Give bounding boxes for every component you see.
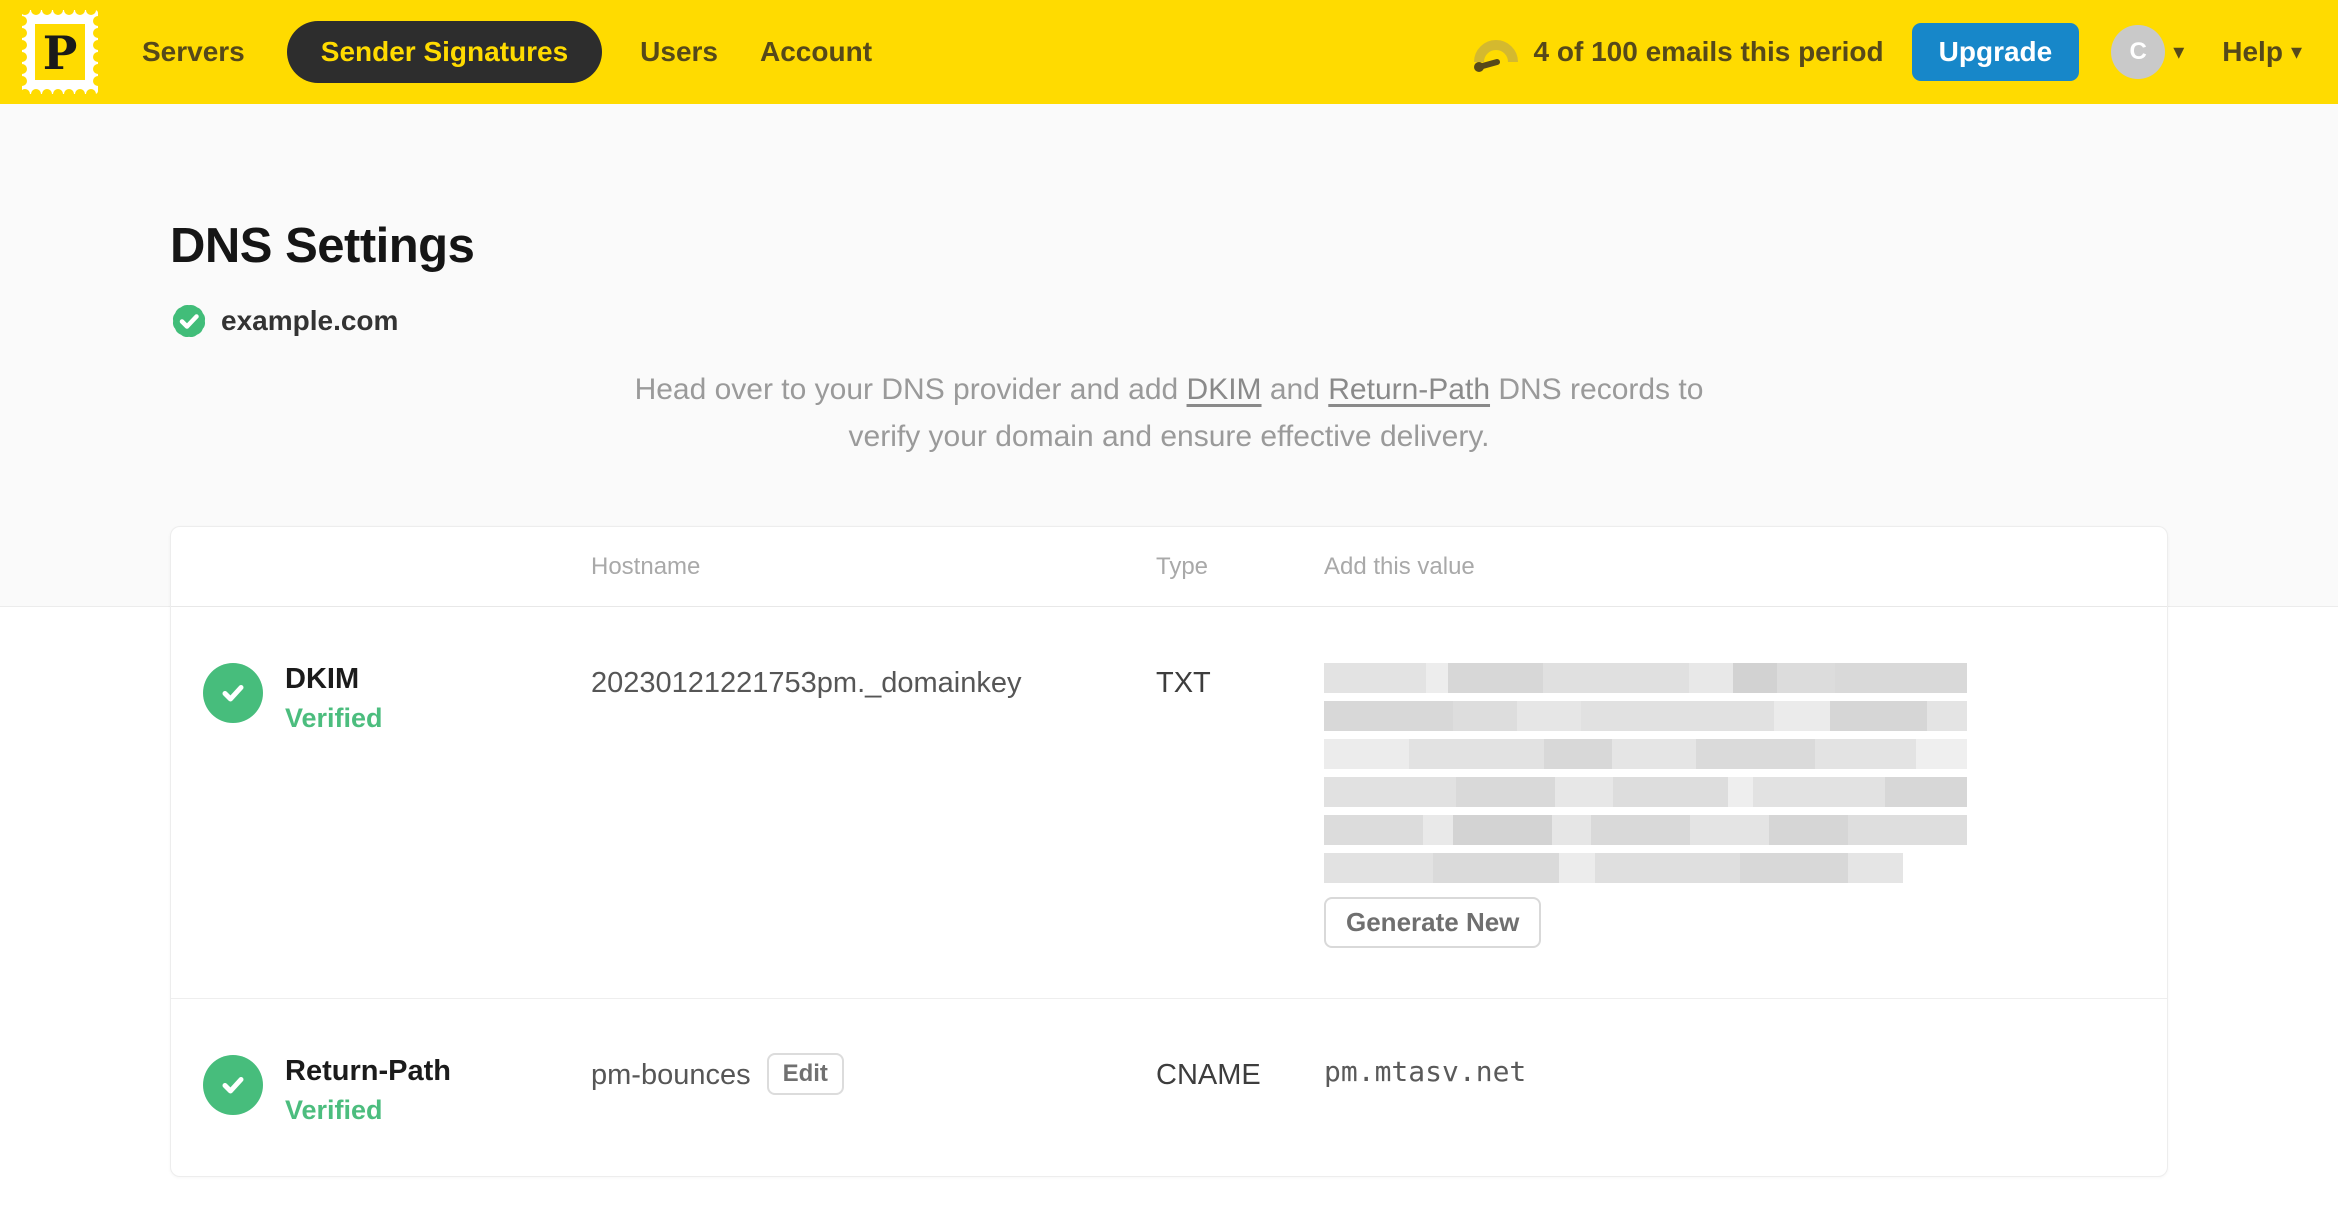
gauge-icon (1473, 40, 1518, 72)
primary-nav: Servers Sender Signatures Users Account (142, 21, 914, 83)
instructions-part: DNS records to (1490, 373, 1704, 406)
table-header-row: Hostname Type Add this value (171, 527, 2167, 607)
help-menu[interactable]: Help (2222, 36, 2283, 68)
help-chevron-down-icon[interactable]: ▾ (2291, 39, 2302, 65)
redacted-dns-value (1324, 663, 1967, 883)
return-path-link[interactable]: Return-Path (1328, 373, 1490, 406)
check-circle-icon (203, 663, 263, 723)
record-type: TXT (1156, 667, 1211, 699)
top-nav: P Servers Sender Signatures Users Accoun… (0, 0, 2338, 104)
nav-item-servers[interactable]: Servers (142, 36, 245, 68)
hostname-text: 20230121221753pm._domainkey (591, 667, 1022, 699)
dkim-link[interactable]: DKIM (1187, 373, 1262, 406)
record-type: CNAME (1156, 1059, 1261, 1091)
instructions-text: Head over to your DNS provider and add D… (170, 366, 2168, 460)
domain-name: example.com (221, 305, 399, 336)
status-badge: Verified (285, 703, 383, 733)
avatar-chevron-down-icon[interactable]: ▾ (2173, 39, 2184, 65)
instructions-part: and (1261, 373, 1329, 406)
record-value: pm.mtasv.net (1324, 1055, 1527, 1088)
record-hostname: pm-bounces Edit (591, 1053, 1156, 1126)
domain-row: example.com (169, 301, 2168, 341)
instructions-part: Head over to your DNS provider and add (634, 373, 1187, 406)
edit-button[interactable]: Edit (766, 1053, 844, 1095)
svg-text:P: P (43, 26, 78, 80)
nav-item-users[interactable]: Users (640, 36, 718, 68)
nav-right: 4 of 100 emails this period Upgrade C ▾ … (1472, 23, 2302, 81)
verified-seal-icon (169, 301, 209, 341)
column-header-type: Type (1156, 552, 1209, 580)
column-header-value: Add this value (1324, 552, 1475, 580)
record-name: DKIM (285, 663, 360, 695)
table-row-return-path: Return-Path Verified pm-bounces Edit CNA… (171, 998, 2167, 1176)
dns-records-card: Hostname Type Add this value DKIM Verifi… (170, 526, 2168, 1177)
instructions-part: verify your domain and ensure effective … (848, 420, 1490, 453)
usage-counter: 4 of 100 emails this period (1533, 36, 1884, 67)
hostname-text: pm-bounces (591, 1059, 751, 1091)
column-header-hostname: Hostname (591, 552, 701, 580)
postmark-stamp-icon[interactable]: P (22, 10, 98, 94)
nav-item-sender-signatures[interactable]: Sender Signatures (286, 21, 603, 83)
avatar[interactable]: C (2111, 25, 2166, 79)
page-title: DNS Settings (170, 219, 475, 273)
generate-new-button[interactable]: Generate New (1324, 897, 1542, 948)
main-content: Hostname Type Add this value DKIM Verifi… (170, 526, 2168, 1177)
status-badge: Verified (285, 1095, 383, 1125)
upgrade-button[interactable]: Upgrade (1911, 23, 2080, 81)
check-circle-icon (203, 1055, 263, 1115)
record-hostname: 20230121221753pm._domainkey (591, 663, 1156, 948)
nav-item-account[interactable]: Account (760, 36, 872, 68)
record-name: Return-Path (285, 1055, 451, 1087)
table-row-dkim: DKIM Verified 20230121221753pm._domainke… (171, 607, 2167, 998)
